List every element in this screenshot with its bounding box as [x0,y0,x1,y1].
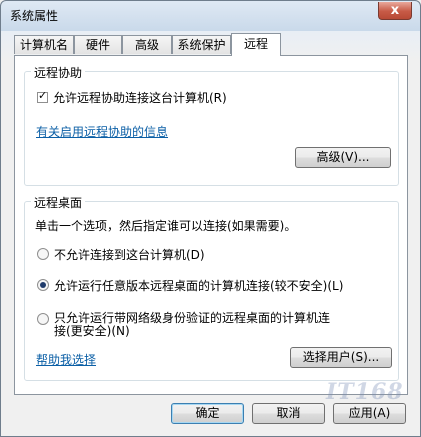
select-users-button[interactable]: 选择用户(S)... [290,347,392,368]
apply-button[interactable]: 应用(A) [333,403,406,424]
allow-remote-assistance-checkbox[interactable]: ✓ [37,89,48,103]
remote-desktop-group: 远程桌面 单击一个选项，然后指定谁可以连接(如果需要)。 不允许连接到这台计算机… [24,194,399,381]
tab-hardware[interactable]: 硬件 [74,35,122,54]
help-me-choose-link[interactable]: 帮助我选择 [36,351,96,368]
remote-desktop-instructions: 单击一个选项，然后指定谁可以连接(如果需要)。 [35,219,297,233]
radio-allow-any-version[interactable] [37,279,49,291]
window-title: 系统属性 [10,9,59,23]
allow-nla-label-line2[interactable]: 接(更安全)(N) [54,322,130,339]
watermark-logo: IT168 [326,379,404,405]
advanced-button[interactable]: 高级(V)... [295,147,391,168]
remote-assistance-title: 远程协助 [31,64,86,81]
deny-connections-label[interactable]: 不允许连接到这台计算机(D) [54,246,205,263]
title-bar[interactable]: 系统属性 x [1,1,420,31]
checkmark-icon: ✓ [38,89,48,102]
cancel-button[interactable]: 取消 [252,403,325,424]
remote-assistance-group: 远程协助 ✓ 允许远程协助连接这台计算机(R) 有关启用远程协助的信息 高级(V… [24,64,399,186]
ok-button[interactable]: 确定 [171,403,244,424]
remote-desktop-title: 远程桌面 [31,194,86,211]
close-button[interactable]: x [378,2,412,20]
allow-any-version-label[interactable]: 允许运行任意版本远程桌面的计算机连接(较不安全)(L) [54,277,343,294]
remote-tab-panel: 远程协助 ✓ 允许远程协助连接这台计算机(R) 有关启用远程协助的信息 高级(V… [14,55,408,395]
tab-remote[interactable]: 远程 [231,33,281,56]
remote-assistance-info-link[interactable]: 有关启用远程协助的信息 [36,123,168,140]
tab-computer-name[interactable]: 计算机名 [14,35,74,54]
allow-remote-assistance-label[interactable]: 允许远程协助连接这台计算机(R) [53,89,227,106]
tab-system-protection[interactable]: 系统保护 [172,35,231,54]
radio-deny-connections[interactable] [37,248,49,260]
tab-advanced[interactable]: 高级 [122,35,172,54]
radio-allow-nla-only[interactable] [37,313,49,325]
system-properties-window: 系统属性 x 计算机名 硬件 高级 系统保护 远程 远程协助 ✓ 允许远程协助连… [0,0,421,437]
